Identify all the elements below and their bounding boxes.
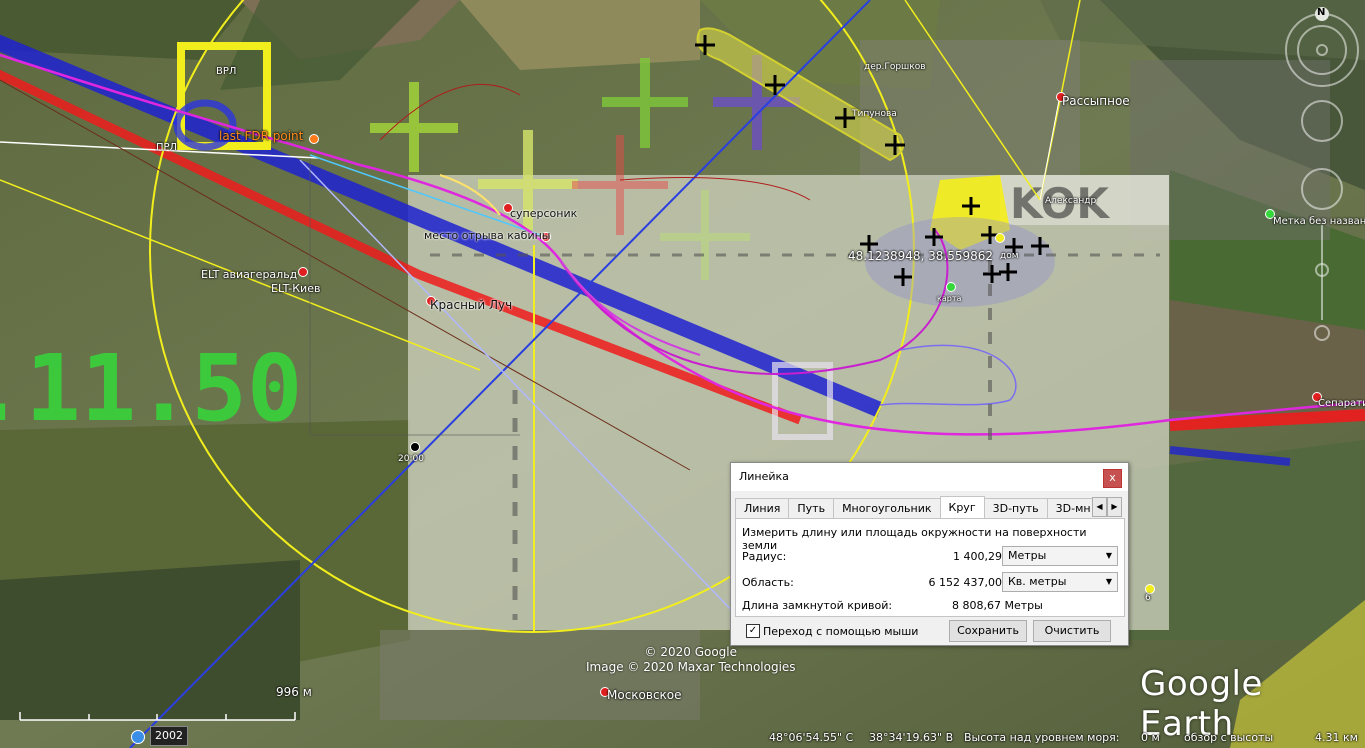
map-label[interactable]: Метка без названия [1273, 216, 1365, 227]
area-unit-select[interactable]: Кв. метры ▼ [1002, 572, 1118, 592]
radius-label: Радиус: [742, 550, 787, 563]
tab-3d-path[interactable]: 3D-путь [983, 498, 1048, 518]
eye-altitude-label: обзор с высоты [1184, 731, 1274, 744]
map-label[interactable]: карта [937, 294, 961, 303]
placemark-pin[interactable] [946, 282, 956, 292]
perimeter-value: 8 808,67 Метры [952, 599, 1043, 612]
tab-line[interactable]: Линия [735, 498, 790, 518]
area-value: 6 152 437,00 [928, 576, 1002, 589]
map-label[interactable]: Рассыпное [1062, 94, 1130, 108]
mouse-nav-checkbox[interactable]: ✓ [746, 624, 760, 638]
chevron-right-icon[interactable]: ▶ [1107, 497, 1122, 517]
map-label[interactable]: суперсоник [510, 207, 577, 220]
map-label[interactable]: 6 [1145, 593, 1151, 603]
placemark-pin[interactable] [298, 267, 308, 277]
imagery-year[interactable]: 2002 [150, 726, 188, 746]
map-label[interactable]: ВРЛ [216, 66, 236, 77]
copyright: © 2020 Google Image © 2020 Maxar Technol… [586, 645, 796, 675]
elevation-label: Высота над уровнем моря: [964, 731, 1120, 744]
chevron-left-icon[interactable]: ◀ [1092, 497, 1107, 517]
radius-value: 1 400,29 [953, 550, 1002, 563]
longitude: 38°34'19.63" В [869, 731, 954, 744]
placemark-pin[interactable] [309, 134, 319, 144]
tab-panel: Измерить длину или площадь окружности на… [735, 518, 1125, 617]
mouse-nav-label: Переход с помощью мыши [763, 625, 919, 638]
clear-button[interactable]: Очистить [1033, 620, 1111, 642]
status-bar: 2002 48°06'54.55" С 38°34'19.63" В Высот… [0, 722, 1365, 748]
perimeter-label: Длина замкнутой кривой: [742, 599, 893, 612]
tab-3d-polygon[interactable]: 3D-мн [1046, 498, 1095, 518]
map-label[interactable]: Типунова [852, 109, 897, 119]
copyright-line: © 2020 Google [644, 645, 738, 659]
map-label[interactable]: Московское [607, 688, 682, 702]
area-label: Область: [742, 576, 794, 589]
tab-scroll: ◀ ▶ [1092, 497, 1122, 517]
chevron-down-icon: ▼ [1105, 551, 1112, 560]
map-label[interactable]: Сепарати [1318, 398, 1365, 409]
tab-polygon[interactable]: Многоугольник [833, 498, 941, 518]
map-label[interactable]: ПРЛ [156, 142, 177, 153]
dialog-titlebar[interactable]: Линейка x [731, 463, 1128, 491]
placemark-pin[interactable] [995, 233, 1005, 243]
dialog-title: Линейка [739, 470, 789, 483]
compass-north-label: N [1317, 7, 1326, 18]
eye-altitude-value: 4.31 км [1315, 731, 1358, 744]
map-label[interactable]: 20:00 [398, 454, 424, 464]
satellite-map[interactable]: KOK .11.50 [0, 0, 1365, 748]
radius-unit-value: Метры [1008, 549, 1047, 562]
latitude: 48°06'54.55" С [769, 731, 854, 744]
copyright-line: Image © 2020 Maxar Technologies [586, 660, 796, 674]
map-label[interactable]: дер.Горшков [864, 62, 926, 72]
scale-label: 996 м [276, 685, 312, 699]
map-label[interactable]: 48.1238948, 38.559862 [848, 249, 993, 263]
map-label[interactable]: last FDR point [219, 129, 303, 143]
map-label[interactable]: дом [1000, 251, 1019, 261]
radius-unit-select[interactable]: Метры ▼ [1002, 546, 1118, 566]
elevation-value: 0 м [1141, 731, 1160, 744]
map-label[interactable]: Александр [1045, 196, 1096, 206]
close-button[interactable]: x [1103, 469, 1122, 488]
area-unit-value: Кв. метры [1008, 575, 1067, 588]
historical-imagery-icon[interactable] [131, 730, 145, 744]
placemark-pin[interactable] [410, 442, 420, 452]
map-label[interactable]: место отрыва кабины [424, 229, 550, 242]
save-button[interactable]: Сохранить [949, 620, 1027, 642]
chevron-down-icon: ▼ [1105, 577, 1112, 586]
tab-path[interactable]: Путь [788, 498, 835, 518]
ruler-dialog[interactable]: Линейка x Линия Путь Многоугольник Круг 3D-п… [730, 462, 1129, 646]
map-label[interactable]: Красный Луч [430, 298, 512, 312]
tab-circle[interactable]: Круг [939, 496, 985, 518]
tab-strip: Линия Путь Многоугольник Круг 3D-путь 3D-мн [735, 496, 1095, 518]
map-label[interactable]: ELT-Киев [271, 282, 320, 295]
map-label[interactable]: ELT авиагеральд [201, 268, 297, 281]
overlay-number: .11.50 [0, 335, 302, 442]
